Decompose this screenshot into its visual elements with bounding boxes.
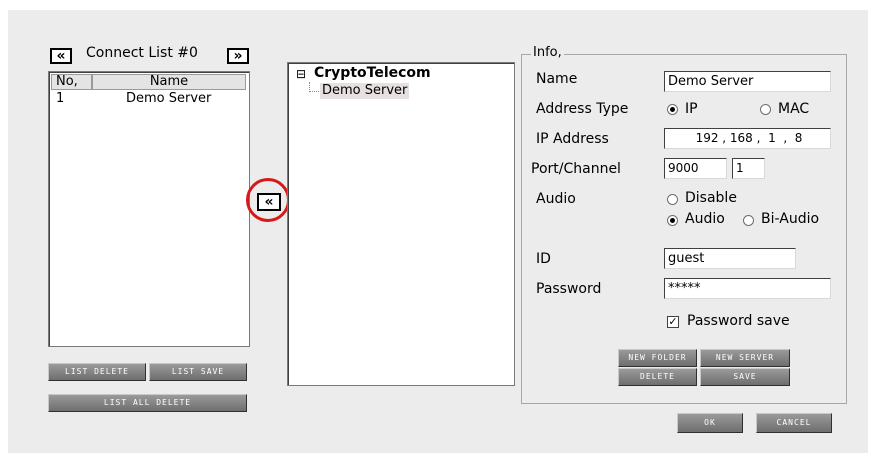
password-field[interactable]: ***** <box>664 278 831 299</box>
address-type-label: Address Type <box>536 101 629 117</box>
audio-disable-radio[interactable] <box>667 194 678 205</box>
tree-server-item[interactable]: Demo Server <box>320 83 410 99</box>
checkmark-icon: ✓ <box>668 315 678 328</box>
cancel-button[interactable]: CANCEL <box>756 413 832 433</box>
collapse-tree-icon[interactable]: ⊟ <box>296 67 306 81</box>
highlight-circle <box>246 178 290 222</box>
next-list-button[interactable]: » <box>227 48 249 64</box>
double-left-arrow-icon: « <box>56 48 65 64</box>
delete-button[interactable]: DELETE <box>618 368 697 386</box>
name-label: Name <box>536 71 578 87</box>
connect-list[interactable]: No, Name 1 Demo Server <box>48 71 250 347</box>
audio-label: Audio <box>536 191 576 207</box>
audio-bi-audio-radio[interactable] <box>743 215 754 226</box>
new-server-button[interactable]: NEW SERVER <box>700 349 790 367</box>
password-save-label: Password save <box>687 313 790 329</box>
new-folder-button[interactable]: NEW FOLDER <box>618 349 697 367</box>
address-type-ip-radio[interactable] <box>667 104 678 115</box>
column-header-no[interactable]: No, <box>51 74 92 90</box>
ip-address-field[interactable]: 192 , 168 , 1 , 8 <box>664 128 831 149</box>
info-legend: Info, <box>531 45 564 60</box>
list-save-button[interactable]: LIST SAVE <box>149 363 247 381</box>
id-field[interactable]: guest <box>664 248 796 269</box>
tree-connector <box>309 82 319 92</box>
connect-list-title: Connect List #0 <box>86 45 198 61</box>
address-type-mac-label: MAC <box>778 101 810 117</box>
audio-disable-label: Disable <box>685 190 737 206</box>
port-channel-label: Port/Channel <box>531 161 621 177</box>
port-field[interactable]: 9000 <box>664 158 727 179</box>
audio-bi-audio-label: Bi-Audio <box>761 211 820 227</box>
server-tree[interactable]: ⊟ CryptoTelecom Demo Server <box>287 62 515 386</box>
ip-address-label: IP Address <box>536 131 609 147</box>
ok-button[interactable]: OK <box>677 413 743 433</box>
audio-audio-label: Audio <box>685 211 725 227</box>
list-all-delete-button[interactable]: LIST ALL DELETE <box>48 394 247 412</box>
address-type-mac-radio[interactable] <box>760 104 771 115</box>
password-save-checkbox[interactable]: ✓ <box>667 316 679 328</box>
column-header-name[interactable]: Name <box>92 74 246 90</box>
save-button[interactable]: SAVE <box>700 368 790 386</box>
tree-root-folder[interactable]: CryptoTelecom <box>314 65 431 81</box>
channel-field[interactable]: 1 <box>732 158 765 179</box>
audio-audio-radio[interactable] <box>667 215 678 226</box>
prev-list-button[interactable]: « <box>50 48 72 64</box>
row-name: Demo Server <box>126 91 212 106</box>
double-right-arrow-icon: » <box>233 48 242 64</box>
address-type-ip-label: IP <box>685 101 698 117</box>
name-field[interactable]: Demo Server <box>664 71 831 92</box>
password-label: Password <box>536 281 602 297</box>
list-delete-button[interactable]: LIST DELETE <box>48 363 146 381</box>
table-row[interactable]: 1 Demo Server <box>51 91 247 109</box>
id-label: ID <box>536 251 551 267</box>
row-no: 1 <box>56 91 65 106</box>
